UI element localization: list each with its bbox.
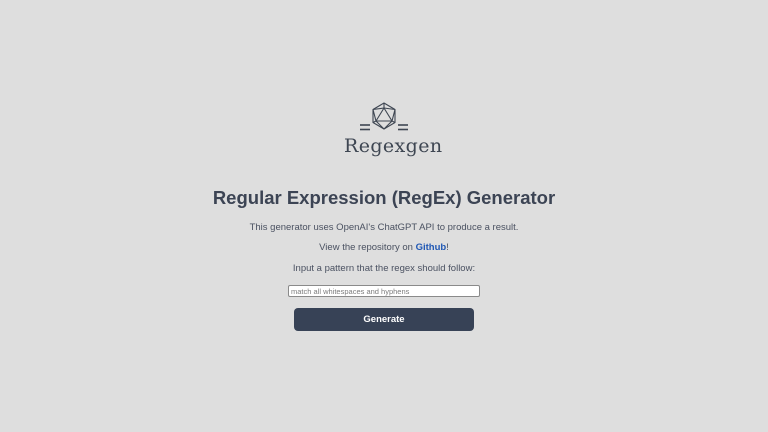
regexgen-logo: Regexgen [344, 100, 443, 162]
repository-prefix: View the repository on [319, 242, 416, 253]
generate-button[interactable]: Generate [294, 308, 474, 331]
pattern-prompt-label: Input a pattern that the regex should fo… [292, 263, 476, 274]
github-link[interactable]: Github [416, 242, 447, 253]
page-title: Regular Expression (RegEx) Generator [212, 187, 556, 208]
pattern-input[interactable] [288, 285, 480, 297]
repository-line: View the repository on Github! [0, 241, 768, 255]
regex-generator-page: Regexgen Regular Expression (RegEx) Gene… [0, 0, 768, 432]
intro-text: This generator uses OpenAI's ChatGPT API… [249, 222, 519, 233]
repository-suffix: ! [446, 242, 449, 253]
logo-wordmark: Regexgen [344, 135, 443, 157]
icosahedron-icon [360, 102, 408, 131]
